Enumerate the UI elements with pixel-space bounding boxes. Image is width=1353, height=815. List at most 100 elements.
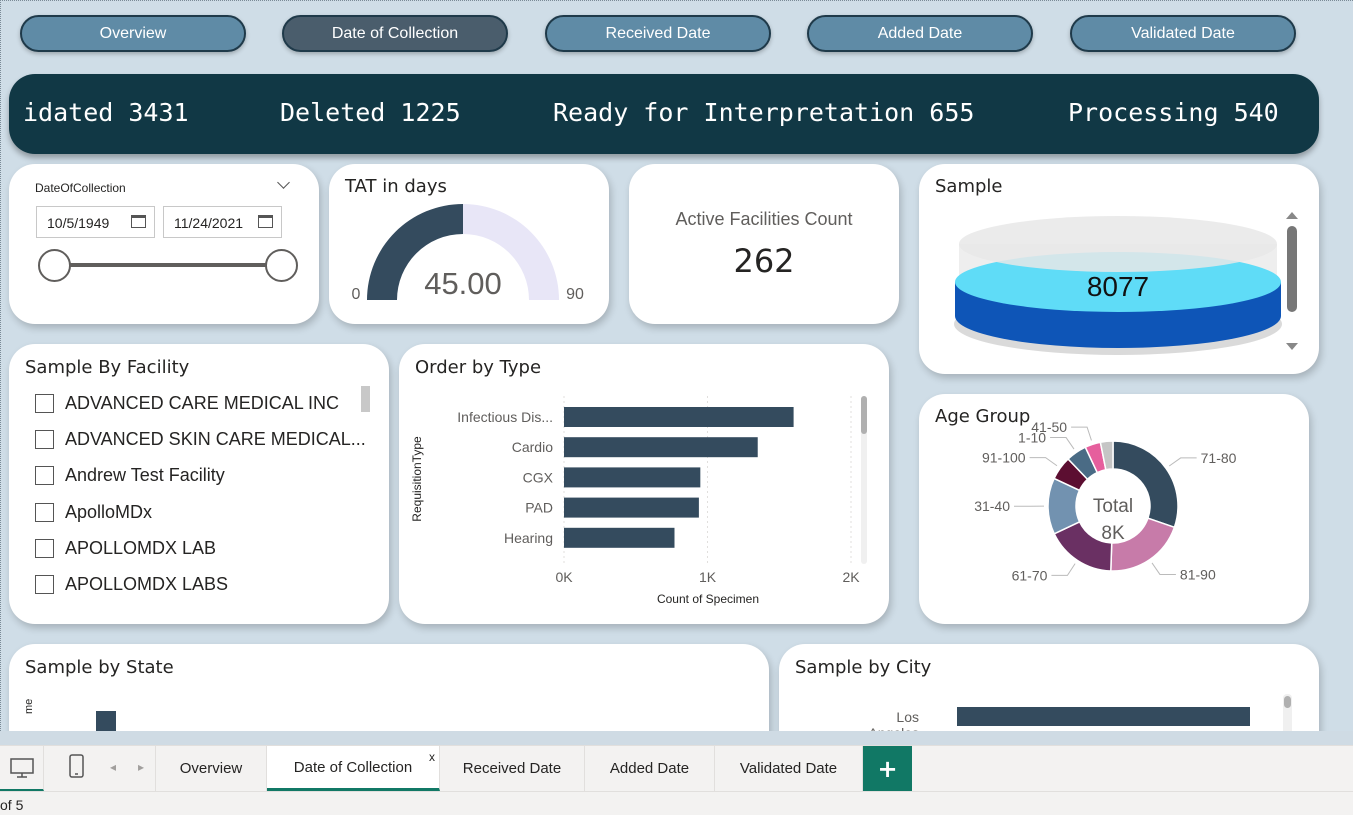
nav-button-received-date[interactable]: Received Date xyxy=(545,15,771,52)
tab-added-date[interactable]: Added Date xyxy=(585,746,715,791)
next-page-icon[interactable]: ▸ xyxy=(138,760,144,774)
tab-date-of-collection[interactable]: Date of Collection x xyxy=(267,746,440,791)
tab-validated-date[interactable]: Validated Date xyxy=(715,746,863,791)
facility-checkbox-item[interactable]: APOLLOMDX LAB xyxy=(35,538,216,559)
scrollbar-thumb[interactable] xyxy=(361,386,370,412)
scroll-up-icon[interactable] xyxy=(1286,212,1298,219)
facility-checkbox-item[interactable]: APOLLOMDX LABS xyxy=(35,574,228,595)
page-tab-bar: ◂ ▸ Overview Date of Collection x Receiv… xyxy=(0,745,1353,791)
status-ticker: idated 3431 Deleted 1225 Ready for Inter… xyxy=(9,74,1319,154)
start-date-value: 10/5/1949 xyxy=(47,215,110,231)
category-label: CGX xyxy=(523,469,554,485)
report-canvas: Overview Date of Collection Received Dat… xyxy=(0,0,1353,731)
checkbox[interactable] xyxy=(35,394,54,413)
ticker-item: Processing 540 xyxy=(1068,98,1279,127)
x-tick-label: 1K xyxy=(699,569,717,585)
donut-center-label: Total xyxy=(1093,496,1133,517)
bar[interactable] xyxy=(564,497,699,518)
facility-label: ApolloMDx xyxy=(65,502,153,522)
slicer-label: DateOfCollection xyxy=(35,181,126,195)
slice-label: 71-80 xyxy=(1201,450,1237,466)
desktop-view-button[interactable] xyxy=(0,746,44,791)
end-date-input[interactable]: 11/24/2021 xyxy=(163,206,282,238)
nav-button-date-of-collection[interactable]: Date of Collection xyxy=(282,15,508,52)
city-bar[interactable] xyxy=(957,707,1250,726)
donut-center-value: 8K xyxy=(1101,523,1125,544)
age-group-donut: 71-8081-9061-7031-4091-1001-1041-50 Tota… xyxy=(974,419,1237,583)
category-label: Hearing xyxy=(504,530,553,546)
scrollbar-thumb[interactable] xyxy=(1284,696,1291,708)
nav-button-validated-date[interactable]: Validated Date xyxy=(1070,15,1296,52)
slider-start-handle[interactable] xyxy=(38,249,71,282)
category-label: Infectious Dis... xyxy=(457,409,553,425)
bar[interactable] xyxy=(564,527,675,548)
gauge-min-label: 0 xyxy=(352,286,361,303)
kpi-label: Active Facilities Count xyxy=(675,209,853,229)
date-range-slider-track[interactable] xyxy=(54,263,282,267)
leader-line xyxy=(1050,437,1075,450)
facility-checkbox-item[interactable]: ApolloMDx xyxy=(35,502,152,523)
checkbox[interactable] xyxy=(35,466,54,485)
chevron-down-icon[interactable] xyxy=(277,176,290,189)
calendar-icon[interactable] xyxy=(258,215,273,228)
date-slicer-card: DateOfCollection 10/5/1949 11/24/2021 xyxy=(9,164,319,324)
card-title: Sample by City xyxy=(795,657,932,678)
mobile-view-button[interactable] xyxy=(62,746,92,791)
phone-icon xyxy=(69,754,84,778)
tat-gauge-card: TAT in days 45.00 0 90 xyxy=(329,164,609,324)
state-bar[interactable] xyxy=(96,711,116,731)
ticker-item: Deleted 1225 xyxy=(280,98,461,127)
scroll-down-icon[interactable] xyxy=(1286,343,1298,350)
x-tick-label: 2K xyxy=(842,569,860,585)
slice-label: 41-50 xyxy=(1031,419,1067,435)
facility-label: ADVANCED SKIN CARE MEDICAL... xyxy=(65,429,366,449)
tab-received-date[interactable]: Received Date xyxy=(440,746,585,791)
active-facilities-card: Active Facilities Count 262 xyxy=(629,164,899,324)
checkbox[interactable] xyxy=(35,539,54,558)
add-page-button[interactable]: + xyxy=(863,746,912,791)
checkbox[interactable] xyxy=(35,430,54,449)
tab-label: Added Date xyxy=(609,760,690,777)
facility-checkbox-item[interactable]: ADVANCED SKIN CARE MEDICAL... xyxy=(35,429,366,450)
category-label: Cardio xyxy=(512,439,553,455)
slice-label: 91-100 xyxy=(982,450,1026,466)
sample-by-facility-card: Sample By Facility ADVANCED CARE MEDICAL… xyxy=(9,344,389,624)
checkbox[interactable] xyxy=(35,503,54,522)
sample-by-city-card: Sample by City Los Angeles xyxy=(779,644,1319,731)
bar[interactable] xyxy=(564,467,701,488)
scrollbar-thumb[interactable] xyxy=(1287,226,1297,312)
gauge-value-label: 45.00 xyxy=(424,266,502,301)
calendar-icon[interactable] xyxy=(131,215,146,228)
facility-checkbox-item[interactable]: Andrew Test Facility xyxy=(35,465,225,486)
tab-overview[interactable]: Overview xyxy=(156,746,267,791)
prev-page-icon[interactable]: ◂ xyxy=(110,760,116,774)
y-axis-title: me xyxy=(23,698,35,714)
page-indicator: of 5 xyxy=(0,797,24,813)
ticker-item: Ready for Interpretation 655 xyxy=(553,98,975,127)
tat-gauge: 45.00 0 90 xyxy=(352,204,584,303)
scrollbar-thumb[interactable] xyxy=(861,396,867,434)
facility-label: APOLLOMDX LAB xyxy=(65,538,217,558)
start-date-input[interactable]: 10/5/1949 xyxy=(36,206,155,238)
city-label: Los Angeles xyxy=(868,709,919,731)
close-icon[interactable]: x xyxy=(429,750,435,764)
status-bar: of 5 xyxy=(0,791,1353,815)
tab-label: Overview xyxy=(179,760,243,777)
age-group-card: Age Group 71-80 81-90 61-70 31-40 91-100 1-10… xyxy=(919,394,1309,624)
sample-by-state-card: Sample by State me xyxy=(9,644,769,731)
tab-label: Validated Date xyxy=(739,760,838,777)
nav-button-overview[interactable]: Overview xyxy=(20,15,246,52)
facility-checkbox-item[interactable]: ADVANCED CARE MEDICAL INC xyxy=(35,393,339,414)
facility-label: ADVANCED CARE MEDICAL INC xyxy=(65,393,340,413)
nav-button-added-date[interactable]: Added Date xyxy=(807,15,1033,52)
slider-end-handle[interactable] xyxy=(265,249,298,282)
x-axis-title: Count of Specimen xyxy=(657,592,759,606)
sample-card: Sample 8077 xyxy=(919,164,1319,374)
y-axis-title: RequisitionType xyxy=(410,436,424,522)
cylinder-top xyxy=(959,216,1277,272)
gauge-max-label: 90 xyxy=(566,286,584,303)
ticker-item: idated 3431 xyxy=(23,98,189,127)
checkbox[interactable] xyxy=(35,575,54,594)
bar[interactable] xyxy=(564,437,758,458)
bar[interactable] xyxy=(564,407,794,427)
